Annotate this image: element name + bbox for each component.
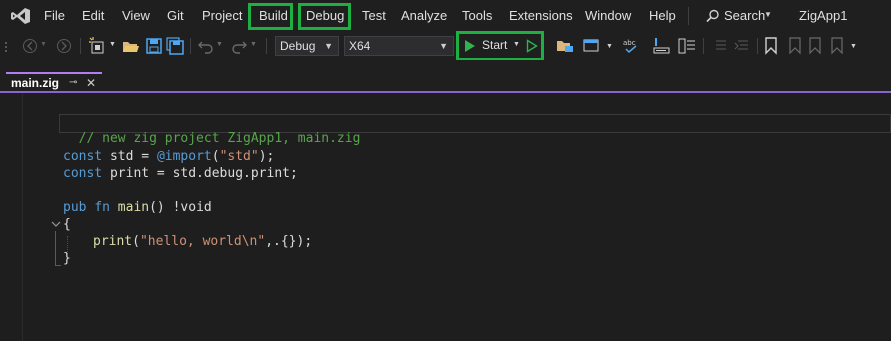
collapse-chevron-icon[interactable]: [51, 221, 61, 229]
save-icon[interactable]: [145, 37, 163, 55]
menu-git[interactable]: Git: [167, 8, 184, 23]
debug-highlight-box: [298, 3, 351, 30]
save-all-icon[interactable]: [166, 37, 184, 55]
clear-bookmarks-icon[interactable]: [830, 37, 848, 55]
keyword-const: const: [63, 166, 103, 181]
brace-close: }: [63, 251, 71, 266]
solution-configuration-value: Debug: [280, 39, 316, 53]
builtin-import: @import: [156, 149, 212, 164]
function-call: print: [93, 234, 133, 249]
next-bookmark-icon[interactable]: [808, 37, 824, 55]
string-literal: "std": [219, 149, 259, 164]
toolbar-grip-icon: [5, 42, 7, 52]
gutter-divider: [22, 93, 23, 341]
code-text: print = std.debug.print;: [102, 166, 298, 181]
code-text: (: [211, 149, 220, 164]
toolbar-divider: [190, 38, 191, 54]
code-line-8: print("hello, world\n",.{});: [93, 234, 312, 249]
fold-guide-end: [55, 265, 61, 266]
window-layout-icon[interactable]: [583, 37, 601, 55]
open-folder-icon[interactable]: [122, 37, 140, 55]
fold-guide: [55, 231, 56, 265]
menu-tools[interactable]: Tools: [462, 8, 492, 23]
navigate-forward-icon[interactable]: [56, 38, 72, 54]
code-line-3: const std = @import("std");: [63, 149, 274, 164]
comment-lines-icon[interactable]: [712, 37, 728, 55]
uncomment-lines-icon[interactable]: [734, 37, 752, 55]
chevron-down-icon[interactable]: ▼: [850, 43, 857, 50]
chevron-down-icon: ▼: [324, 41, 333, 51]
code-text: std =: [102, 149, 157, 164]
search-icon: [706, 9, 719, 23]
tab-filename: main.zig: [11, 76, 60, 90]
code-text: () !void: [149, 200, 212, 215]
code-text: );: [258, 149, 275, 164]
brace-open: {: [63, 217, 71, 232]
code-comment: // new zig project ZigApp1, main.zig: [78, 131, 361, 146]
keyword-pub: pub: [63, 200, 87, 215]
pin-icon[interactable]: ⊸: [69, 77, 77, 88]
chevron-down-icon[interactable]: ▼: [216, 41, 223, 48]
menu-project[interactable]: Project: [202, 8, 242, 23]
insert-comment-icon[interactable]: [653, 37, 671, 55]
redo-icon[interactable]: [230, 37, 248, 55]
project-name: ZigApp1: [799, 8, 848, 23]
solution-configuration-dropdown[interactable]: Debug ▼: [275, 36, 339, 56]
browse-folder-icon[interactable]: [556, 37, 574, 55]
search-button[interactable]: Search ▼: [704, 4, 774, 28]
chevron-down-icon: ▼: [764, 10, 772, 19]
visual-studio-logo-icon[interactable]: [10, 6, 32, 26]
chevron-down-icon[interactable]: ▼: [606, 43, 613, 50]
menu-analyze[interactable]: Analyze: [401, 8, 447, 23]
menu-help[interactable]: Help: [649, 8, 676, 23]
start-highlight-box: [456, 31, 544, 61]
editor-gutter: [0, 93, 22, 341]
chevron-down-icon[interactable]: ▼: [40, 41, 47, 48]
new-project-icon[interactable]: [88, 37, 106, 55]
bookmarks-icon[interactable]: [678, 37, 696, 55]
chevron-down-icon[interactable]: ▼: [109, 41, 116, 48]
bookmark-icon[interactable]: [764, 37, 778, 55]
function-name: main: [117, 200, 150, 215]
spell-check-icon[interactable]: abc: [622, 37, 640, 55]
menu-file[interactable]: File: [44, 8, 65, 23]
menu-divider: [688, 7, 689, 25]
keyword-fn: fn: [94, 200, 110, 215]
solution-platform-value: X64: [349, 39, 371, 53]
menu-edit[interactable]: Edit: [82, 8, 104, 23]
code-text: ,.{});: [265, 234, 313, 249]
close-icon[interactable]: ✕: [86, 76, 96, 90]
undo-icon[interactable]: [197, 37, 215, 55]
build-highlight-box: [248, 3, 293, 30]
code-line-4: const print = std.debug.print;: [63, 166, 298, 181]
toolbar-divider: [703, 38, 704, 54]
menu-view[interactable]: View: [122, 8, 150, 23]
code-line-1: // new zig project ZigApp1, main.zig: [63, 116, 361, 146]
code-line-7: {: [63, 217, 71, 232]
code-line-6: pub fn main() !void: [63, 200, 212, 215]
menu-window[interactable]: Window: [585, 8, 631, 23]
toolbar-divider: [80, 38, 81, 54]
keyword-const: const: [63, 149, 103, 164]
menu-extensions[interactable]: Extensions: [509, 8, 573, 23]
toolbar-divider: [266, 38, 267, 54]
search-label: Search: [724, 8, 766, 23]
code-line-9: }: [63, 251, 71, 266]
string-literal: "hello, world\n": [139, 234, 266, 249]
svg-text:abc: abc: [623, 39, 636, 47]
solution-platform-dropdown[interactable]: X64 ▼: [344, 36, 454, 56]
chevron-down-icon: ▼: [439, 41, 448, 51]
menu-bar: File Edit View Git Project Build Debug T…: [0, 0, 891, 32]
chevron-down-icon[interactable]: ▼: [250, 41, 257, 48]
previous-bookmark-icon[interactable]: [786, 37, 802, 55]
navigate-back-icon[interactable]: [22, 38, 38, 54]
menu-test[interactable]: Test: [362, 8, 386, 23]
code-text: (: [132, 234, 140, 249]
toolbar-divider: [757, 38, 758, 54]
toolbar: ▼ ▼ ▼ ▼ Debug ▼ X64 ▼ Start ▼ ▼ abc ▼: [0, 31, 891, 61]
document-tab-strip: main.zig ⊸ ✕: [0, 60, 891, 94]
